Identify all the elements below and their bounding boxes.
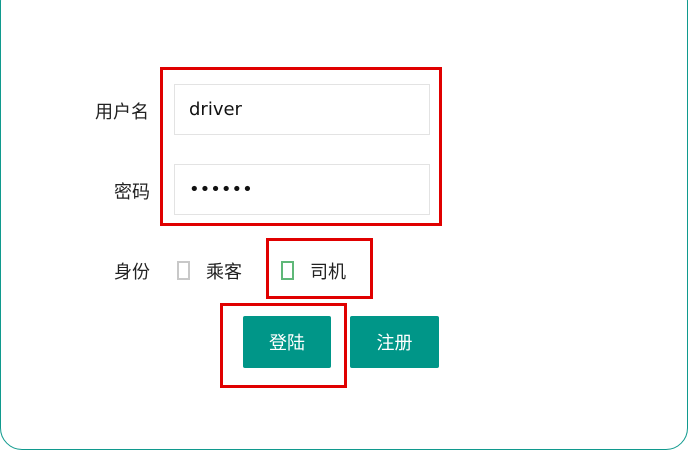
username-label: 用户名 bbox=[95, 102, 149, 123]
role-label: 身份 bbox=[114, 262, 150, 283]
password-input[interactable]: •••••• bbox=[174, 164, 430, 215]
login-button[interactable]: 登陆 bbox=[243, 316, 331, 368]
driver-checkbox-icon[interactable] bbox=[281, 261, 294, 280]
passenger-label[interactable]: 乘客 bbox=[206, 258, 242, 284]
username-input[interactable]: driver bbox=[174, 84, 430, 135]
password-value: •••••• bbox=[189, 179, 253, 200]
username-value: driver bbox=[189, 99, 242, 120]
login-panel bbox=[0, 0, 688, 450]
driver-label[interactable]: 司机 bbox=[310, 258, 346, 284]
passenger-checkbox-icon[interactable] bbox=[177, 261, 190, 280]
register-button[interactable]: 注册 bbox=[350, 316, 439, 368]
password-label: 密码 bbox=[114, 182, 150, 203]
